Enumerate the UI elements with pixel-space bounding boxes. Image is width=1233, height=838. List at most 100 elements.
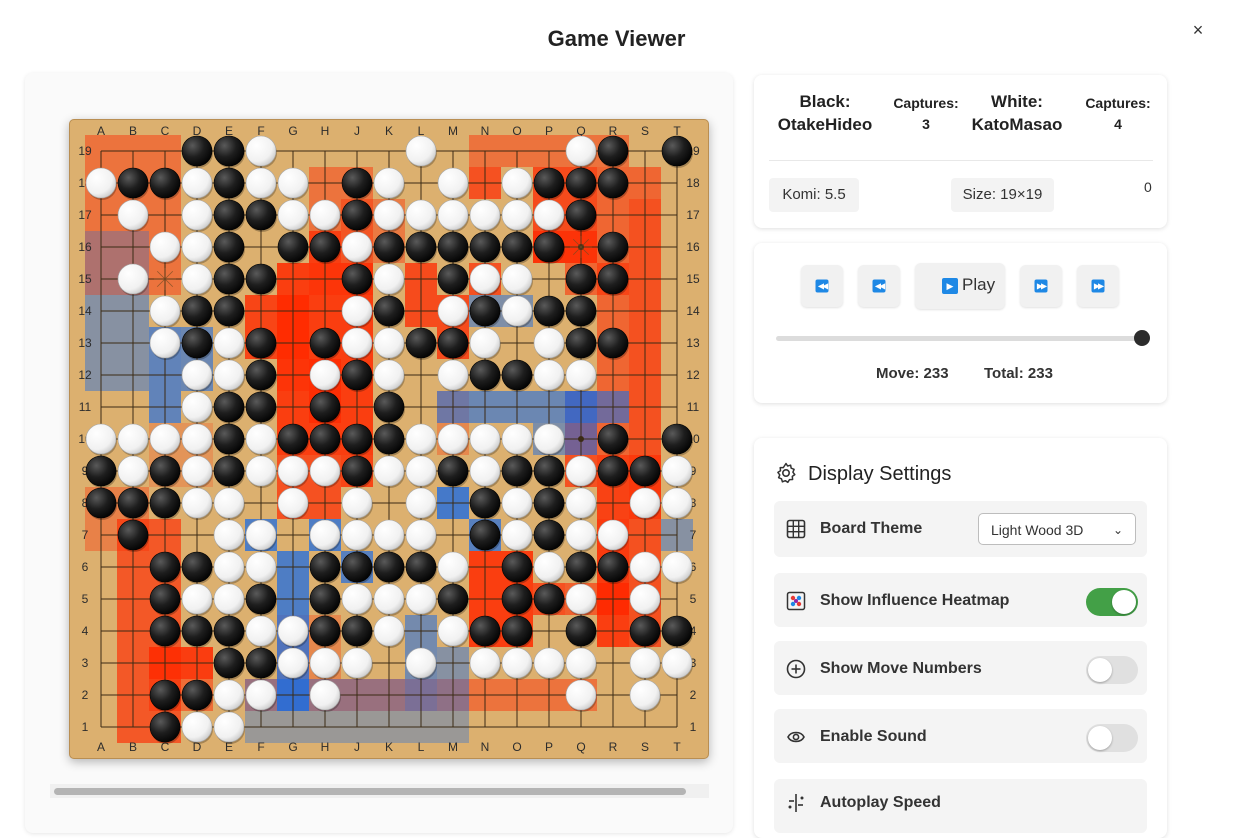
white-stone [181,487,213,519]
white-stone [181,711,213,743]
row-label: 2 [82,688,89,702]
white-stone [405,519,437,551]
row-label: 2 [690,688,697,702]
black-stone [469,359,501,391]
white-stone [245,135,277,167]
black-stone [405,327,437,359]
toggle-knob [1112,590,1136,614]
white-stone [501,295,533,327]
black-stone [597,327,629,359]
white-stone [309,647,341,679]
board-canvas[interactable]: AABBCCDDEEFFGGHHJJKKLLMMNNOOPPQQRRSSTT19… [69,119,709,759]
board-theme-select[interactable]: Light Wood 3D ⌄ [978,513,1136,545]
play-button[interactable]: ▶ Play [915,263,1005,309]
white-stone [565,135,597,167]
play-label: Play [962,275,996,294]
white-stone [565,647,597,679]
black-stone [309,231,341,263]
black-stone [533,231,565,263]
divider [769,160,1153,161]
black-captures-value: 3 [922,116,930,132]
black-stone [309,551,341,583]
column-label: G [288,740,297,754]
column-label: L [418,740,425,754]
column-label: J [354,124,360,138]
settings-title: Display Settings [808,463,952,485]
sound-toggle[interactable] [1086,724,1138,752]
row-label: 11 [687,400,700,414]
row-label: 13 [78,336,92,350]
white-stone [469,423,501,455]
toggle-knob [1088,726,1112,750]
row-label: 3 [82,656,89,670]
black-stone [469,295,501,327]
horizontal-scrollbar[interactable] [50,784,709,798]
row-label: 5 [82,592,89,606]
white-stone [181,455,213,487]
close-icon[interactable]: × [1188,20,1208,40]
black-stone [661,615,693,647]
go-board[interactable]: A A B B C C D D E E F F G G H H J J K K L L M M N N O O P P Q Q R R S S T T 19… [69,119,709,759]
black-stone [565,551,597,583]
grid-icon [786,519,806,539]
scrollbar-thumb[interactable] [54,788,686,795]
black-stone [565,327,597,359]
move-numbers-toggle[interactable] [1086,656,1138,684]
white-stone [437,167,469,199]
white-stone [373,167,405,199]
black-stone [597,231,629,263]
white-stone [245,423,277,455]
white-stone [149,423,181,455]
black-captures-label: Captures: [893,95,959,111]
white-player: White: KatoMasao [958,90,1076,136]
white-stone [245,519,277,551]
white-stone [373,263,405,295]
black-stone [309,327,341,359]
display-settings-card: Display Settings Board Theme Light Wood … [754,438,1167,838]
black-stone [213,135,245,167]
black-stone [181,551,213,583]
white-stone [149,231,181,263]
black-stone [501,615,533,647]
white-stone [309,519,341,551]
white-stone [213,487,245,519]
white-stone [437,295,469,327]
white-stone [309,679,341,711]
column-label: T [673,740,681,754]
black-stone [629,455,661,487]
black-stone [597,167,629,199]
black-stone [533,583,565,615]
black-stone [85,455,117,487]
row-label: 12 [78,368,92,382]
black-stone [533,167,565,199]
black-stone [245,327,277,359]
column-label: K [385,124,393,138]
previous-move-button[interactable]: ◀◀ [858,265,900,307]
white-stone [245,167,277,199]
move-slider-thumb[interactable] [1134,330,1150,346]
heatmap-toggle[interactable] [1086,588,1138,616]
white-captures: Captures: 4 [1078,93,1158,135]
black-stone [469,231,501,263]
black-stone [181,615,213,647]
white-stone [117,199,149,231]
black-stone [309,615,341,647]
white-stone [85,167,117,199]
white-stone [469,647,501,679]
move-slider-track[interactable] [776,336,1142,341]
sound-icon [787,731,805,743]
white-stone [565,455,597,487]
black-stone [181,327,213,359]
board-theme-value: Light Wood 3D [991,522,1084,538]
white-stone [501,423,533,455]
row-label: 11 [79,400,92,414]
speed-icon [788,794,804,812]
black-stone [341,615,373,647]
last-move-button[interactable]: ▶▶ [1077,265,1119,307]
white-stone [85,423,117,455]
white-stone [661,647,693,679]
black-stone [469,615,501,647]
first-move-button[interactable]: ◀◀ [801,265,843,307]
next-move-button[interactable]: ▶▶ [1020,265,1062,307]
play-icon: ▶ [942,278,958,294]
